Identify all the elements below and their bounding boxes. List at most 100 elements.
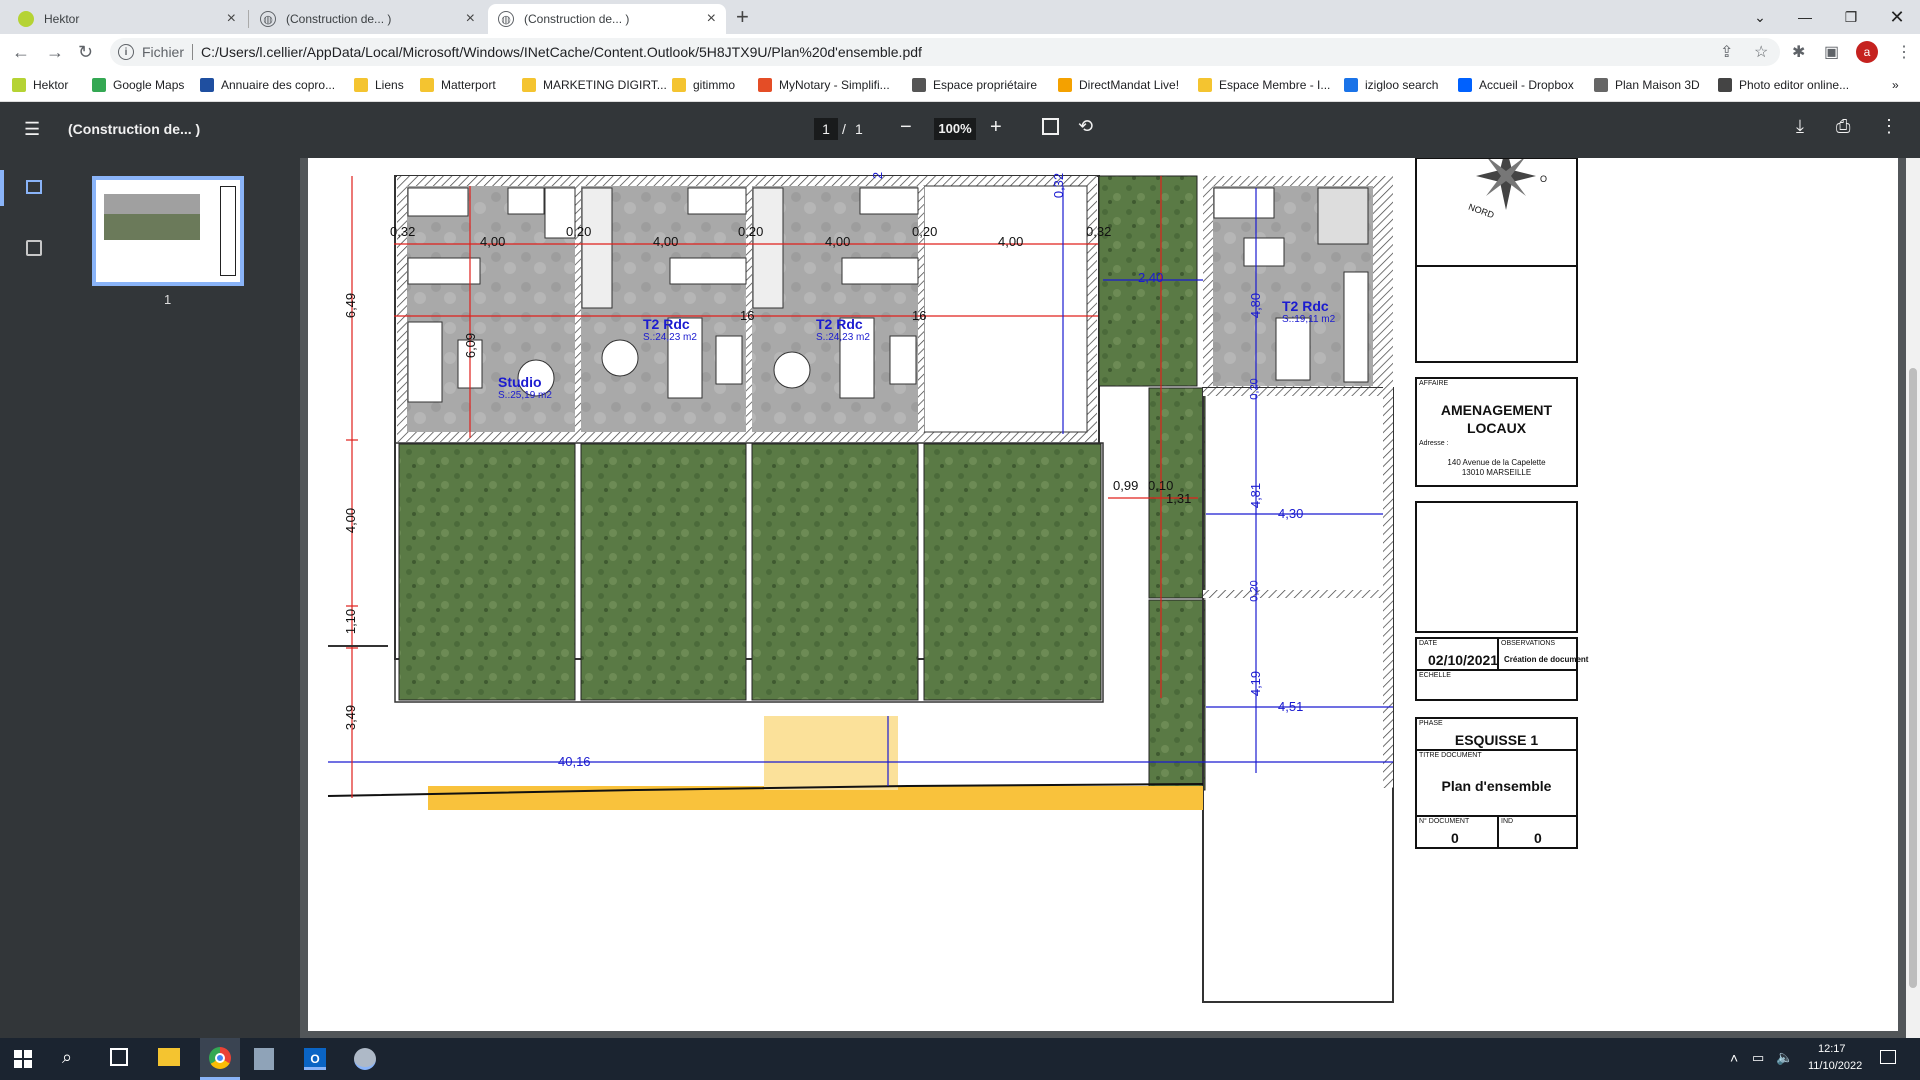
download-icon[interactable]: ⤓ — [1796, 116, 1804, 137]
bookmark-label: gitimmo — [693, 78, 736, 92]
dim-16a: 16 — [740, 308, 755, 323]
bookmark-item[interactable]: Hektor — [12, 78, 68, 92]
pdf-page: 0,32 4,00 0,20 4,00 0,20 4,00 0,20 4,00 … — [308, 158, 1898, 1031]
outline-view-icon[interactable] — [26, 240, 42, 256]
bookmarks-overflow-icon[interactable]: » — [1892, 78, 1899, 92]
new-tab-plus-icon[interactable]: + — [736, 4, 749, 30]
bookmark-label: Google Maps — [113, 78, 185, 92]
bookmark-item[interactable]: izigloo search — [1344, 78, 1438, 92]
tab-construction-active[interactable]: ◍ (Construction de... ) × — [488, 4, 726, 34]
cartouche-echelle-label: ECHELLE — [1419, 672, 1451, 679]
tab-strip: Hektor × ◍ (Construction de... ) × ◍ (Co… — [0, 0, 1920, 34]
bookmark-item[interactable]: Matterport — [420, 78, 496, 92]
restore-icon[interactable]: ❐ — [1828, 0, 1874, 34]
back-arrow-icon[interactable]: ← — [12, 42, 30, 63]
volume-icon[interactable]: 🔈 — [1776, 1049, 1793, 1066]
avatar[interactable]: a — [1856, 41, 1878, 63]
dim-top-6: 4,00 — [825, 234, 851, 249]
bookmark-item[interactable]: Liens — [354, 78, 404, 92]
bookmark-item[interactable]: MARKETING DIGIRT... — [522, 78, 667, 92]
fit-page-icon[interactable] — [1042, 118, 1059, 135]
bookmark-icon — [672, 78, 686, 92]
bookmark-item[interactable]: Google Maps — [92, 78, 184, 92]
close-icon[interactable]: × — [466, 10, 475, 28]
task-view-icon[interactable] — [110, 1048, 128, 1066]
chevron-up-icon[interactable]: ˄ — [1730, 1050, 1738, 1066]
address-bar[interactable]: i Fichier C:/Users/l.cellier/AppData/Loc… — [110, 38, 1780, 66]
bookmark-item[interactable]: gitimmo — [672, 78, 735, 92]
cartouche-titre-label: TITRE DOCUMENT — [1419, 752, 1482, 759]
zoom-out-icon[interactable]: − — [900, 116, 912, 139]
tab-hektor[interactable]: Hektor × — [8, 4, 246, 34]
pdf-viewport[interactable]: 0,32 4,00 0,20 4,00 0,20 4,00 0,20 4,00 … — [300, 158, 1920, 1038]
bookmark-label: MyNotary - Simplifi... — [779, 78, 890, 92]
bookmark-icon — [1198, 78, 1212, 92]
extensions-puzzle-icon[interactable]: ✱ — [1792, 42, 1805, 62]
close-icon[interactable]: × — [227, 10, 236, 28]
more-options-icon[interactable]: ⋮ — [1880, 116, 1898, 137]
tab-construction-1[interactable]: ◍ (Construction de... ) × — [250, 4, 485, 34]
zoom-in-icon[interactable]: + — [990, 116, 1002, 139]
search-icon[interactable]: ⌕ — [62, 1047, 72, 1068]
bookmark-icon — [12, 78, 26, 92]
thumbnails-view-icon[interactable] — [26, 180, 42, 194]
minimize-icon[interactable]: — — [1782, 0, 1828, 34]
bookmark-item[interactable]: Plan Maison 3D — [1594, 78, 1700, 92]
side-panel-icon[interactable]: ▣ — [1824, 42, 1839, 62]
cartouche-phase-value: ESQUISSE 1 — [1454, 732, 1539, 748]
zoom-input[interactable]: 100% — [934, 118, 976, 140]
taskbar-time[interactable]: 12:17 — [1818, 1043, 1846, 1055]
page-thumbnail[interactable] — [92, 176, 244, 286]
rotate-icon[interactable]: ⟲ — [1078, 116, 1093, 137]
hamburger-menu-icon[interactable]: ☰ — [24, 119, 40, 140]
close-icon[interactable]: × — [707, 10, 716, 28]
kebab-menu-icon[interactable]: ⋮ — [1896, 42, 1912, 62]
chrome-icon-center — [215, 1053, 225, 1063]
room-area-t2-3: S.:19,11 m2 — [1282, 314, 1336, 325]
dim-left-349: 3,49 — [343, 704, 359, 731]
bookmark-item[interactable]: Accueil - Dropbox — [1458, 78, 1574, 92]
bookmark-item[interactable]: Photo editor online... — [1718, 78, 1849, 92]
app-icon[interactable] — [354, 1048, 376, 1070]
bookmark-label: Annuaire des copro... — [221, 78, 336, 92]
pdf-scrollbar[interactable] — [1906, 158, 1920, 1038]
bookmark-icon — [1344, 78, 1358, 92]
cartouche-phase-label: PHASE — [1419, 720, 1443, 727]
notification-icon[interactable] — [1880, 1050, 1896, 1064]
windows-start-icon[interactable] — [14, 1050, 32, 1068]
bookmark-item[interactable]: MyNotary - Simplifi... — [758, 78, 890, 92]
window-close-icon[interactable]: ✕ — [1874, 0, 1920, 34]
bookmark-icon — [1594, 78, 1608, 92]
star-icon[interactable]: ☆ — [1754, 42, 1768, 62]
file-explorer-icon[interactable] — [158, 1048, 180, 1066]
network-icon[interactable]: ▭ — [1752, 1050, 1764, 1066]
windows-taskbar: ⌕ O ˄ ▭ 🔈 12:17 11/10/2022 — [0, 1038, 1920, 1080]
room-area-studio: S.:25,19 m2 — [498, 390, 552, 401]
info-icon[interactable]: i — [118, 44, 134, 60]
thumbnail-sidebar: 1 — [0, 158, 300, 1038]
share-icon[interactable]: ⇪ — [1720, 42, 1733, 62]
print-icon[interactable]: ⎙ — [1836, 116, 1850, 137]
taskbar-date[interactable]: 11/10/2022 — [1808, 1060, 1862, 1072]
cartouche-date-value: 02/10/2021 — [1428, 652, 1499, 668]
page-number-input[interactable]: 1 — [814, 118, 838, 140]
bookmark-item[interactable]: Espace propriétaire — [912, 78, 1037, 92]
bookmark-icon — [354, 78, 368, 92]
dim-top-3: 0,20 — [566, 224, 592, 239]
reload-icon[interactable]: ↻ — [78, 42, 93, 63]
room-name-t2-2: T2 Rdc — [816, 316, 863, 332]
bookmark-item[interactable]: Annuaire des copro... — [200, 78, 335, 92]
user-app-icon[interactable] — [254, 1048, 274, 1070]
dim-16b: 16 — [912, 308, 927, 323]
bookmark-icon — [200, 78, 214, 92]
url-text[interactable]: C:/Users/l.cellier/AppData/Local/Microso… — [201, 44, 922, 60]
scrollbar-thumb[interactable] — [1909, 368, 1917, 988]
bookmark-item[interactable]: Espace Membre - I... — [1198, 78, 1330, 92]
outlook-icon[interactable]: O — [304, 1048, 326, 1070]
globe-icon: ◍ — [498, 11, 514, 27]
tab-search-chevron-icon[interactable]: ⌄ — [1737, 0, 1783, 34]
bookmark-item[interactable]: DirectMandat Live! — [1058, 78, 1179, 92]
dim-451: 4,51 — [1278, 699, 1304, 714]
forward-arrow-icon[interactable]: → — [46, 42, 64, 63]
chrome-taskbar-button[interactable] — [200, 1038, 240, 1080]
